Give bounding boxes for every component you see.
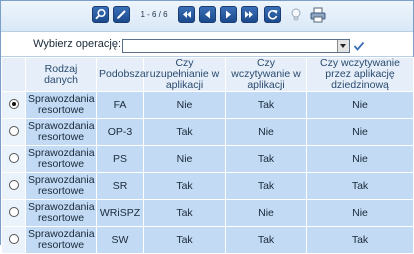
search-icon (95, 8, 106, 20)
row-radio[interactable] (8, 152, 19, 163)
toolbar: 1 - 6 / 6 (1, 1, 413, 32)
confirm-check-icon[interactable] (353, 40, 365, 52)
next-page-button[interactable] (220, 6, 237, 23)
cell-load: Tak (225, 145, 307, 173)
cell-load: Nie (225, 118, 307, 146)
operation-label: Wybierz operację: (33, 38, 121, 50)
hint-bulb-icon[interactable] (287, 6, 305, 24)
cell-fill: Tak (143, 199, 226, 227)
cell-subarea: FA (96, 91, 144, 119)
table-row[interactable]: Sprawozdania resortowe FA Nie Tak Nie (1, 91, 414, 119)
row-select-cell[interactable] (1, 118, 26, 146)
row-radio[interactable] (8, 179, 19, 190)
cell-type: Sprawozdania resortowe (25, 172, 97, 200)
first-page-button[interactable] (178, 6, 195, 23)
last-page-icon (245, 11, 253, 18)
print-icon[interactable] (309, 6, 327, 24)
row-select-cell[interactable] (1, 145, 26, 173)
cell-subarea: PS (96, 145, 144, 173)
cell-type: Sprawozdania resortowe (25, 91, 97, 119)
cell-fill: Tak (143, 118, 226, 146)
cell-load: Tak (225, 226, 307, 254)
row-radio[interactable] (8, 98, 19, 109)
cell-domain-load: Nie (306, 145, 414, 173)
column-header[interactable]: Czy uzupełnianie w aplikacji (143, 57, 226, 92)
table-row[interactable]: Sprawozdania resortowe SR Tak Tak Tak (1, 172, 414, 200)
prev-page-icon (205, 10, 210, 19)
table-row[interactable]: Sprawozdania resortowe PS Nie Tak Nie (1, 145, 414, 173)
refresh-button[interactable] (264, 6, 281, 23)
first-page-icon (183, 11, 191, 18)
next-page-icon (226, 10, 231, 19)
cell-subarea: WRiSPZ (96, 199, 144, 227)
cell-load: Nie (225, 199, 307, 227)
edit-icon (117, 10, 126, 19)
cell-domain-load: Nie (306, 118, 414, 146)
cell-type: Sprawozdania resortowe (25, 145, 97, 173)
row-select-cell[interactable] (1, 172, 26, 200)
grid-panel: 1 - 6 / 6 Wybierz operację: Rodzaj danyc… (0, 0, 414, 254)
table-row[interactable]: Sprawozdania resortowe OP-3 Tak Nie Nie (1, 118, 414, 146)
cell-fill: Tak (143, 226, 226, 254)
edit-button[interactable] (113, 6, 130, 23)
cell-subarea: SW (96, 226, 144, 254)
cell-domain-load: Nie (306, 91, 414, 119)
cell-type: Sprawozdania resortowe (25, 118, 97, 146)
column-header[interactable]: Czy wczytywanie w aplikacji (225, 57, 307, 92)
row-radio[interactable] (8, 206, 19, 217)
row-radio[interactable] (8, 125, 19, 136)
cell-fill: Nie (143, 91, 226, 119)
data-table: Rodzaj danych Podobszar Czy uzupełnianie… (1, 57, 414, 254)
table-header-row: Rodzaj danych Podobszar Czy uzupełnianie… (1, 57, 414, 92)
cell-domain-load: Tak (306, 172, 414, 200)
refresh-icon (267, 10, 278, 20)
column-header[interactable]: Podobszar (96, 57, 149, 92)
last-page-button[interactable] (241, 6, 258, 23)
dropdown-arrow-icon[interactable] (337, 40, 349, 52)
cell-type: Sprawozdania resortowe (25, 226, 97, 254)
table-row[interactable]: Sprawozdania resortowe WRiSPZ Tak Nie Ni… (1, 199, 414, 227)
cell-subarea: SR (96, 172, 144, 200)
row-select-cell[interactable] (1, 199, 26, 227)
search-button[interactable] (92, 6, 109, 23)
row-select-cell[interactable] (1, 91, 26, 119)
operation-row: Wybierz operację: (1, 32, 413, 57)
cell-type: Sprawozdania resortowe (25, 199, 97, 227)
pager-label: 1 - 6 / 6 (140, 10, 168, 19)
column-header[interactable]: Czy wczytywanie przez aplikację dziedzin… (306, 57, 414, 92)
row-radio[interactable] (8, 233, 19, 244)
cell-fill: Nie (143, 145, 226, 173)
select-column-header (1, 57, 26, 92)
column-header[interactable]: Rodzaj danych (25, 57, 97, 92)
cell-domain-load: Nie (306, 199, 414, 227)
cell-subarea: OP-3 (96, 118, 144, 146)
operation-select[interactable] (122, 39, 350, 53)
prev-page-button[interactable] (199, 6, 216, 23)
cell-load: Tak (225, 172, 307, 200)
table-row[interactable]: Sprawozdania resortowe SW Tak Tak Tak (1, 226, 414, 254)
cell-load: Tak (225, 91, 307, 119)
row-select-cell[interactable] (1, 226, 26, 254)
cell-fill: Tak (143, 172, 226, 200)
cell-domain-load: Tak (306, 226, 414, 254)
